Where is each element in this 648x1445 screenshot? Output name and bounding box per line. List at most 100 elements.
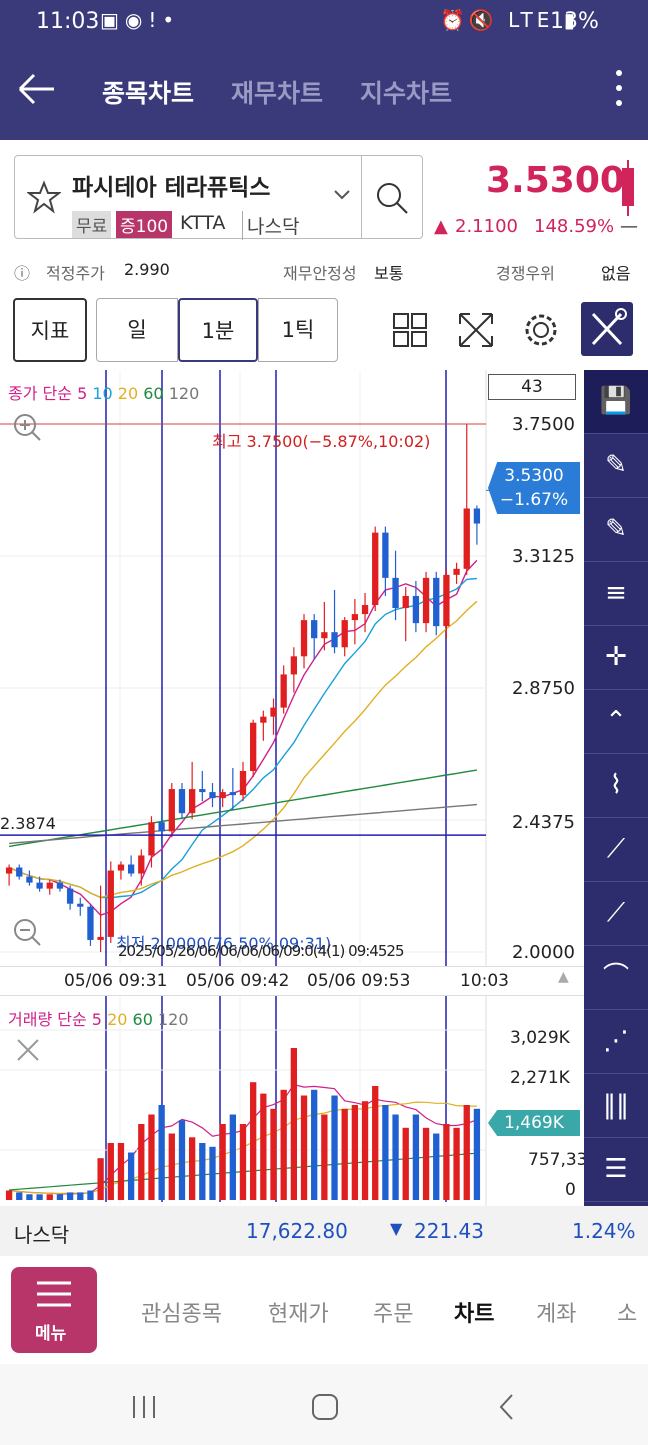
- back-arrow-icon[interactable]: [16, 68, 58, 110]
- candle-body: [138, 855, 145, 874]
- competitive-label: 경쟁우위: [496, 264, 555, 283]
- candle-body: [280, 674, 287, 708]
- chart-area[interactable]: 종가 단순 5 10 20 60 120 43 최고 3.7500(−5.87%…: [0, 370, 648, 1206]
- up-triangle-icon: ▲: [434, 216, 448, 237]
- ma-120-line: [9, 803, 477, 845]
- eraser-all-icon[interactable]: ✎: [584, 498, 648, 562]
- period-1min-button[interactable]: 1분: [178, 298, 258, 362]
- search-button[interactable]: [361, 155, 423, 239]
- time-label-3: 05/06 09:53: [307, 971, 411, 991]
- close-icon[interactable]: [14, 1036, 42, 1064]
- cross-line-icon[interactable]: ✛: [584, 626, 648, 690]
- vertical-lines-icon[interactable]: ‖‖: [584, 1074, 648, 1138]
- time-label-2: 05/06 09:42: [186, 971, 290, 991]
- home-icon[interactable]: [310, 1392, 340, 1422]
- candle-body: [311, 620, 318, 639]
- menu-label: 메뉴: [35, 1324, 67, 1344]
- recent-apps-icon[interactable]: [130, 1394, 158, 1420]
- candle-body: [16, 867, 23, 877]
- candle: [168, 783, 175, 838]
- drawing-tools-button[interactable]: [581, 302, 633, 356]
- candle-count-box[interactable]: 43: [488, 374, 576, 400]
- favorite-star-icon[interactable]: [27, 180, 61, 214]
- nav-chart[interactable]: 차트: [454, 1296, 494, 1328]
- volume-bar: [229, 1114, 236, 1200]
- volume-axis-zero: 0: [565, 1180, 576, 1200]
- candle-body: [300, 620, 308, 657]
- indicator-button[interactable]: 지표: [13, 298, 87, 362]
- horizontal-lines-icon[interactable]: ☰: [584, 1138, 648, 1202]
- volume-bar: [219, 1124, 226, 1200]
- volume-bar: [250, 1082, 257, 1200]
- candle-body: [422, 577, 430, 624]
- candle: [422, 571, 430, 633]
- arc-icon[interactable]: ⌒: [584, 946, 648, 1010]
- price-axis-2-43: 2.4375: [512, 812, 575, 833]
- layout-grid-icon[interactable]: [392, 312, 428, 348]
- volume-bar: [351, 1105, 359, 1200]
- candle-body: [26, 876, 33, 883]
- period-day-button[interactable]: 일: [96, 298, 178, 362]
- tab-financial-chart[interactable]: 재무차트: [231, 74, 323, 110]
- trend-line-icon[interactable]: ⌇: [584, 754, 648, 818]
- stability-label: 재무안정성: [283, 264, 357, 283]
- nav-order[interactable]: 주문: [373, 1296, 413, 1328]
- hcl-line-icon[interactable]: ≡: [584, 562, 648, 626]
- current-price: 3.5300: [486, 160, 625, 201]
- auto-trend-icon[interactable]: ⟋: [584, 882, 648, 946]
- tab-index-chart[interactable]: 지수차트: [360, 74, 452, 110]
- candle: [209, 783, 216, 808]
- zoom-out-icon[interactable]: [12, 917, 42, 947]
- nav-current-price[interactable]: 현재가: [268, 1296, 329, 1328]
- volume-bar: [56, 1194, 64, 1200]
- settings-gear-icon[interactable]: [522, 311, 560, 349]
- back-icon[interactable]: [496, 1392, 516, 1422]
- volume-bar: [361, 1101, 369, 1200]
- candle-body: [5, 867, 13, 874]
- vol-ma-60: 60: [132, 1010, 153, 1029]
- fullscreen-icon[interactable]: [456, 310, 496, 350]
- nav-watchlist[interactable]: 관심종목: [141, 1296, 222, 1328]
- chevron-down-icon[interactable]: [333, 188, 351, 202]
- period-1tick-button[interactable]: 1틱: [258, 298, 338, 362]
- index-bar[interactable]: 나스닥 17,622.80 ▼ 221.43 1.24%: [0, 1206, 648, 1256]
- tab-stock-chart[interactable]: 종목차트: [102, 74, 194, 110]
- candle: [372, 526, 379, 612]
- candle: [229, 767, 236, 811]
- candle-body: [219, 792, 226, 799]
- ray-line-icon[interactable]: ⟋: [584, 818, 648, 882]
- candle: [77, 897, 84, 916]
- candle: [361, 592, 369, 633]
- scroll-arrows-icon[interactable]: ▲: [558, 969, 569, 985]
- candle: [87, 903, 94, 946]
- more-menu-icon[interactable]: [614, 70, 624, 114]
- badge-margin: 증100: [116, 211, 173, 238]
- ma-120: 120: [168, 384, 200, 403]
- horizontal-line-icon[interactable]: ⌃: [584, 690, 648, 754]
- nav-more[interactable]: 소: [617, 1296, 637, 1328]
- fan-icon[interactable]: ⋰: [584, 1010, 648, 1074]
- candle-body: [36, 882, 43, 889]
- volume-bar: [46, 1194, 53, 1200]
- save-icon[interactable]: 💾: [584, 370, 648, 434]
- help-icon[interactable]: ⓘ: [14, 260, 30, 284]
- eraser-icon[interactable]: ✎: [584, 434, 648, 498]
- notification-icons: ▣◉!•: [100, 8, 181, 32]
- volume-bar: [412, 1114, 420, 1200]
- candle-body: [148, 822, 155, 856]
- candle: [127, 855, 135, 877]
- volume-axis-top: 3,029K: [510, 1028, 570, 1048]
- candle-body: [168, 789, 175, 832]
- volume-bar: [36, 1194, 43, 1200]
- zoom-in-icon[interactable]: [12, 412, 42, 442]
- candle: [148, 816, 155, 868]
- nav-account[interactable]: 계좌: [536, 1296, 576, 1328]
- candle-body: [392, 577, 399, 609]
- candle-body: [270, 707, 277, 717]
- menu-button[interactable]: 메뉴: [11, 1267, 97, 1353]
- candle-body: [66, 888, 74, 904]
- volume-bar: [168, 1133, 175, 1200]
- candle-body: [351, 614, 359, 621]
- candle-icon: [622, 160, 634, 216]
- tools-icon: [591, 308, 627, 346]
